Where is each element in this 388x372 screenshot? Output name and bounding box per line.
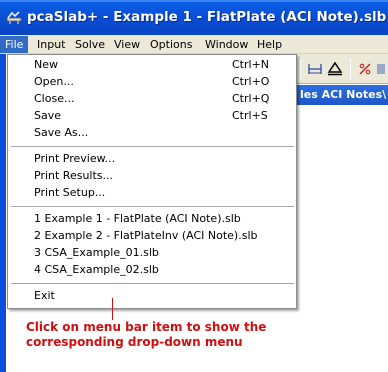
application-window: pcaSlab+ - Example 1 - FlatPlate (ACI No…: [0, 0, 388, 372]
menu-item-save[interactable]: Save Ctrl+S: [8, 108, 296, 124]
menu-item-label: 4 CSA_Example_02.slb: [34, 263, 159, 276]
menu-view[interactable]: View: [109, 36, 145, 53]
menu-item-label: 3 CSA_Example_01.slb: [34, 246, 159, 259]
menu-item-shortcut: Ctrl+S: [232, 109, 268, 122]
menu-item-print-preview[interactable]: Print Preview...: [8, 151, 296, 167]
menu-item-close[interactable]: Close... Ctrl+Q: [8, 91, 296, 107]
callout-line-1: Click on menu bar item to show the: [26, 320, 267, 334]
menu-item-label: 2 Example 2 - FlatPlateInv (ACI Note).sl…: [34, 229, 258, 242]
callout-pointer-line: [112, 298, 113, 320]
menu-item-label: Exit: [34, 289, 55, 302]
toolbar-separator: [350, 59, 351, 79]
menu-item-open[interactable]: Open... Ctrl+O: [8, 74, 296, 90]
menu-input[interactable]: Input: [32, 36, 70, 53]
menu-item-recent-file[interactable]: 1 Example 1 - FlatPlate (ACI Note).slb: [8, 211, 296, 227]
menu-item-exit[interactable]: Exit: [8, 288, 296, 304]
menu-item-label: 1 Example 1 - FlatPlate (ACI Note).slb: [34, 212, 241, 225]
pcaslab-app-icon[interactable]: [6, 9, 22, 25]
callout-line-2: corresponding drop-down menu: [26, 335, 243, 349]
menu-item-label: Save: [34, 109, 62, 122]
menu-separator: [11, 146, 294, 147]
menu-item-recent-file[interactable]: 2 Example 2 - FlatPlateInv (ACI Note).sl…: [8, 228, 296, 244]
callout-annotation: Click on menu bar item to show the corre…: [26, 320, 326, 350]
file-dropdown-menu: New Ctrl+N Open... Ctrl+O Close... Ctrl+…: [7, 54, 297, 309]
menu-item-print-results[interactable]: Print Results...: [8, 168, 296, 184]
menu-item-print-setup[interactable]: Print Setup...: [8, 185, 296, 201]
menu-item-label: Save As...: [34, 126, 89, 139]
menu-separator: [11, 283, 294, 284]
menu-item-shortcut: Ctrl+N: [232, 58, 270, 71]
menu-item-recent-file[interactable]: 4 CSA_Example_02.slb: [8, 262, 296, 278]
support-icon[interactable]: [326, 60, 344, 78]
menu-item-label: Print Setup...: [34, 186, 106, 199]
toolbar-overflow-icon[interactable]: [376, 60, 388, 78]
title-bar[interactable]: pcaSlab+ - Example 1 - FlatPlate (ACI No…: [0, 0, 388, 35]
toolbar-separator: [300, 59, 301, 79]
document-title-bar[interactable]: les ACI Notes\: [296, 85, 388, 105]
menu-item-label: Print Results...: [34, 169, 114, 182]
toolbar: [296, 54, 388, 84]
menu-help[interactable]: Help: [252, 36, 287, 53]
menu-item-label: Close...: [34, 92, 75, 105]
dimension-icon[interactable]: [306, 60, 324, 78]
menu-item-shortcut: Ctrl+Q: [232, 92, 270, 105]
menu-bar: File Input Solve View Options Window Hel…: [0, 35, 388, 54]
menu-solve[interactable]: Solve: [70, 36, 110, 53]
menu-options[interactable]: Options: [145, 36, 197, 53]
menu-item-label: New: [34, 58, 58, 71]
menu-item-recent-file[interactable]: 3 CSA_Example_01.slb: [8, 245, 296, 261]
menu-item-shortcut: Ctrl+O: [232, 75, 270, 88]
menu-file[interactable]: File: [0, 36, 29, 53]
menu-item-label: Open...: [34, 75, 74, 88]
menu-window[interactable]: Window: [200, 36, 253, 53]
menu-item-new[interactable]: New Ctrl+N: [8, 57, 296, 73]
hatch-icon[interactable]: [356, 60, 374, 78]
window-title: pcaSlab+ - Example 1 - FlatPlate (ACI No…: [27, 9, 387, 25]
window-left-frame: [0, 54, 6, 372]
menu-item-label: Print Preview...: [34, 152, 116, 165]
menu-separator: [11, 206, 294, 207]
menu-item-save-as[interactable]: Save As...: [8, 125, 296, 141]
